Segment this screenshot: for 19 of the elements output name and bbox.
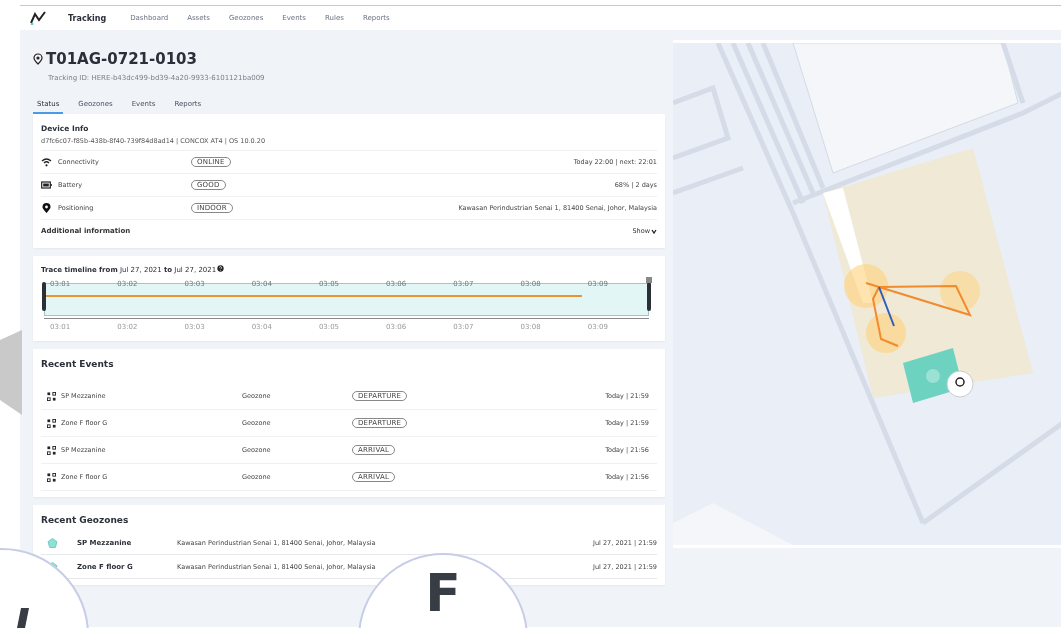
battery-icon [41, 180, 52, 190]
range-marker[interactable] [646, 277, 652, 283]
help-icon [217, 265, 225, 272]
asset-title: T01AG-0721-0103 [46, 50, 197, 68]
section-title: Recent Geozones [41, 515, 130, 525]
zone-icon [47, 472, 56, 482]
zone-icon [47, 445, 56, 455]
wifi-icon [41, 157, 52, 167]
location-pin-icon [41, 203, 52, 213]
range-handle[interactable] [42, 282, 46, 311]
range-handle[interactable] [647, 282, 651, 311]
section-title: Recent Events [41, 359, 115, 369]
location-pin-icon [33, 53, 43, 65]
zone-icon [47, 391, 56, 401]
badge-letter: F [425, 567, 461, 625]
brand-title: Tracking [68, 13, 107, 23]
logo-icon [30, 11, 46, 25]
chevron-icon [651, 228, 657, 234]
zone-icon [47, 418, 56, 428]
